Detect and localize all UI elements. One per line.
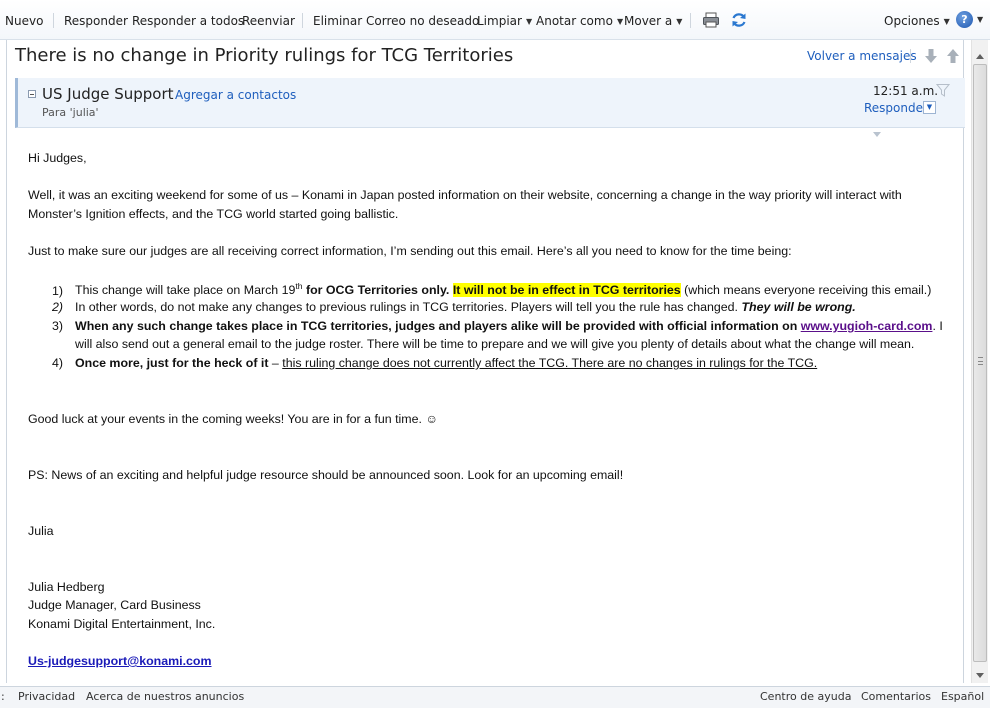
arrow-down-icon[interactable] — [924, 48, 938, 64]
website-link[interactable]: www.yugioh-card.com — [801, 319, 933, 333]
refresh-icon[interactable] — [730, 11, 748, 29]
reply-all-button[interactable]: Responder a todos — [132, 14, 244, 28]
delete-button[interactable]: Eliminar — [313, 14, 362, 28]
move-to-menu[interactable]: Mover a ▼ — [624, 14, 682, 28]
forward-button[interactable]: Reenviar — [242, 14, 295, 28]
options-menu[interactable]: Opciones ▼ — [884, 14, 950, 28]
list-number: 2) — [52, 300, 64, 314]
list-bold: for OCG Territories only. — [302, 283, 450, 298]
list-text: . I — [932, 319, 943, 333]
chevron-down-icon[interactable]: ▼ — [977, 15, 983, 24]
options-label: Opciones — [884, 14, 940, 28]
sweep-menu[interactable]: Limpiar ▼ — [477, 14, 532, 28]
list-bold: Once more, just for the heck of it — [75, 356, 269, 370]
add-to-contacts-link[interactable]: Agregar a contactos — [175, 88, 296, 102]
junk-button[interactable]: Correo no deseado — [366, 14, 479, 28]
header-separator — [910, 49, 911, 63]
help-icon[interactable]: ? — [956, 11, 973, 28]
list-number: 3) — [52, 319, 64, 333]
paragraph-line: Monster’s Ignition effects, and the TCG … — [28, 207, 399, 221]
about-ads-link[interactable]: Acerca de nuestros anuncios — [86, 690, 244, 703]
reply-button[interactable]: Responder — [64, 14, 128, 28]
mark-as-label: Anotar como — [536, 14, 613, 28]
recipient-line: Para 'julia' — [42, 106, 99, 119]
collapse-icon[interactable] — [28, 90, 36, 98]
list-item-continuation: will also send out a general email to th… — [75, 337, 915, 351]
list-bold: When any such change takes place in TCG … — [75, 319, 801, 333]
paragraph-line: Well, it was an exciting weekend for som… — [28, 188, 902, 202]
list-bold-italic: They will be wrong. — [741, 300, 856, 314]
scrollbar-thumb[interactable] — [973, 64, 987, 662]
privacy-link[interactable]: Privacidad — [18, 690, 75, 703]
list-item: In other words, do not make any changes … — [75, 300, 856, 314]
chevron-down-icon: ▼ — [676, 17, 683, 26]
signature-line: Julia Hedberg — [28, 580, 105, 594]
chevron-down-icon: ▼ — [943, 17, 950, 26]
scrollbar[interactable] — [971, 40, 988, 683]
grip-icon — [978, 357, 983, 365]
toolbar-separator — [690, 13, 691, 28]
chevron-down-icon: ▼ — [616, 17, 624, 26]
chevron-down-icon[interactable]: ▼ — [923, 101, 936, 114]
message-time: 12:51 a.m. — [873, 84, 939, 98]
back-to-messages-link[interactable]: Volver a mensajes — [807, 49, 917, 63]
underlined-text: this ruling change does not currently af… — [282, 356, 818, 370]
language-link[interactable]: Español — [941, 690, 984, 703]
scroll-up-icon[interactable] — [976, 54, 984, 59]
mark-as-menu[interactable]: Anotar como ▼ — [536, 14, 623, 28]
list-text: This change will take place on March 19 — [75, 283, 296, 298]
sign-off-name: Julia — [28, 524, 54, 538]
list-number: 1) — [52, 284, 64, 298]
signature-email-link[interactable]: Us-judgesupport@konami.com — [28, 654, 212, 668]
footer-link-truncated[interactable]: : — [1, 690, 5, 703]
arrow-up-icon[interactable] — [946, 48, 960, 64]
print-icon[interactable] — [702, 11, 720, 29]
signature-line: Judge Manager, Card Business — [28, 598, 201, 612]
greeting: Hi Judges, — [28, 151, 87, 165]
signature-line: Konami Digital Entertainment, Inc. — [28, 617, 216, 631]
list-text: – — [268, 356, 283, 370]
feedback-link[interactable]: Comentarios — [861, 690, 931, 703]
superscript: th — [295, 281, 303, 291]
paragraph: Just to make sure our judges are all rec… — [28, 244, 792, 258]
new-button[interactable]: Nuevo — [5, 14, 43, 28]
message-subject: There is no change in Priority rulings f… — [15, 45, 514, 66]
expand-icon[interactable] — [873, 132, 881, 137]
list-item: This change will take place on March 19t… — [75, 281, 932, 298]
scroll-down-icon[interactable] — [976, 673, 984, 678]
list-text: (which means everyone receiving this ema… — [680, 283, 932, 298]
toolbar-separator — [302, 13, 303, 28]
list-item: When any such change takes place in TCG … — [75, 319, 943, 333]
paragraph: PS: News of an exciting and helpful judg… — [28, 468, 624, 482]
list-item: Once more, just for the heck of it – thi… — [75, 356, 817, 370]
flag-icon[interactable] — [936, 83, 950, 97]
highlighted-text: It will not be in effect in TCG territor… — [452, 283, 681, 298]
help-center-link[interactable]: Centro de ayuda — [760, 690, 851, 703]
list-number: 4) — [52, 356, 64, 370]
move-to-label: Mover a — [624, 14, 673, 28]
toolbar-separator — [53, 13, 54, 28]
reply-link[interactable]: Responder — [864, 101, 928, 115]
sender-name[interactable]: US Judge Support — [42, 85, 174, 103]
sweep-label: Limpiar — [477, 14, 522, 28]
paragraph: Good luck at your events in the coming w… — [28, 412, 439, 426]
chevron-down-icon: ▼ — [525, 17, 533, 26]
list-text: In other words, do not make any changes … — [75, 300, 742, 314]
